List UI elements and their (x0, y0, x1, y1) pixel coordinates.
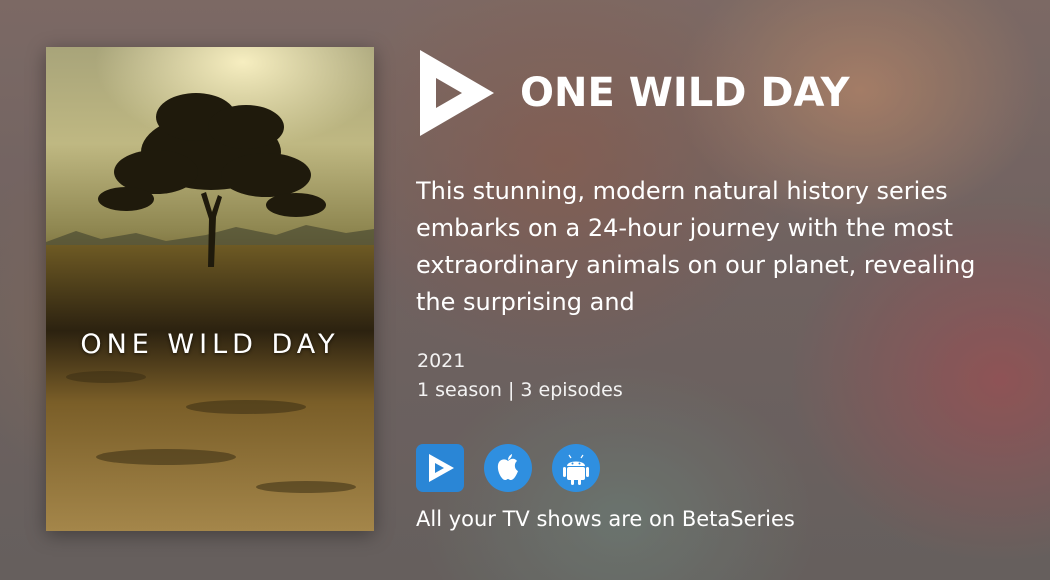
seasons-episodes-count: 1 season | 3 episodes (417, 379, 623, 401)
show-title: ONE WILD DAY (520, 70, 850, 116)
show-description: This stunning, modern natural history se… (416, 177, 976, 316)
betaseries-play-icon[interactable] (418, 50, 494, 136)
show-poster[interactable]: ONE WILD DAY (46, 47, 374, 531)
release-year: 2021 (417, 350, 466, 372)
poster-title-text: ONE WILD DAY (80, 329, 340, 360)
betaseries-app-icon[interactable] (416, 444, 464, 492)
poster-artwork (46, 47, 374, 531)
betaseries-promo-text[interactable]: All your TV shows are on BetaSeries (416, 505, 795, 533)
apple-app-store-icon[interactable] (484, 444, 532, 492)
android-app-icon[interactable] (552, 444, 600, 492)
